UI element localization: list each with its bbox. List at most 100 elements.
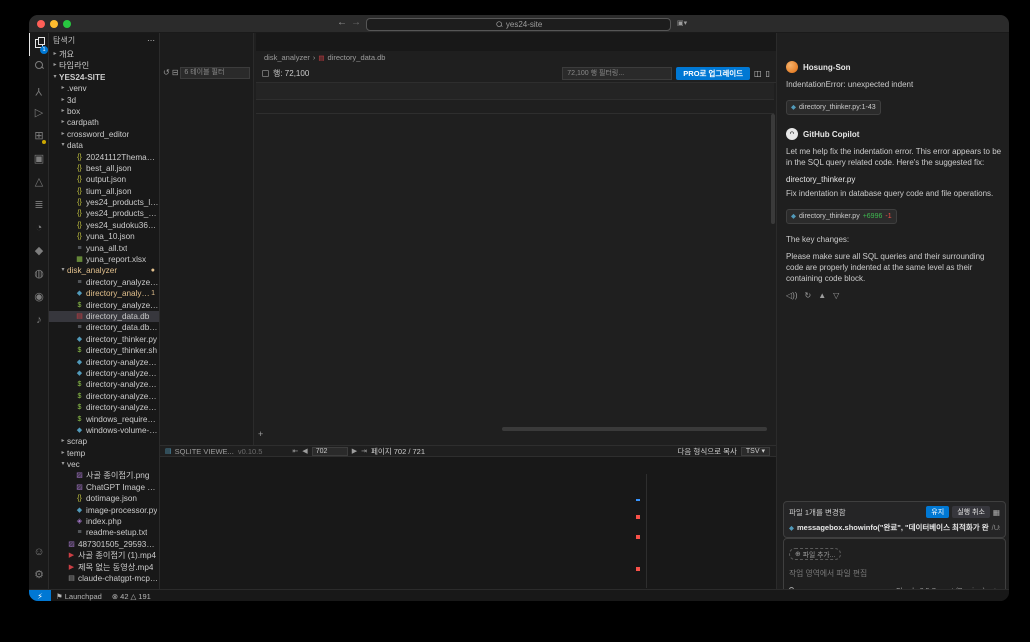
thumbs-down-icon[interactable]: ▽ bbox=[833, 290, 839, 301]
source-control-icon[interactable]: Y bbox=[29, 79, 49, 102]
changed-file-row[interactable]: ◆ messagebox.showinfo("완료", "데이터베이스 최적화가… bbox=[789, 522, 1000, 533]
account-icon[interactable]: ☺ bbox=[29, 541, 49, 564]
explorer-item[interactable]: $directory_thinker.sh bbox=[49, 345, 159, 356]
attached-file-chip[interactable]: ◆ directory_thinker.py:1-43 bbox=[786, 100, 881, 115]
explorer-item[interactable]: ▸개요 bbox=[49, 49, 159, 60]
explorer-item[interactable]: ▨ChatGPT Image 2025년 3월 ... bbox=[49, 482, 159, 493]
pro-upgrade-button[interactable]: PRO로 업그레이드 bbox=[676, 67, 750, 80]
extensions-icon[interactable]: ⊞ bbox=[29, 125, 49, 148]
explorer-item[interactable]: $windows_requirements.sh bbox=[49, 414, 159, 425]
explorer-item[interactable]: {}yes24_products_updated.json bbox=[49, 208, 159, 219]
explorer-item[interactable]: {}yuna_10.json bbox=[49, 231, 159, 242]
breadcrumb[interactable]: disk_analyzer › ▤ directory_data.db bbox=[256, 51, 776, 64]
regenerate-icon[interactable]: ↻ bbox=[804, 290, 811, 301]
testing-icon[interactable]: △ bbox=[29, 171, 49, 194]
next-page-icon[interactable]: ▶ bbox=[352, 447, 357, 455]
minimize-window-button[interactable] bbox=[50, 20, 58, 28]
explorer-item[interactable]: {}best_all.json bbox=[49, 163, 159, 174]
explorer-item[interactable]: {}yes24_sudoku365.json bbox=[49, 220, 159, 231]
jupyter-icon[interactable]: ◍ bbox=[29, 263, 49, 286]
explorer-item[interactable]: ▨사골 종이접기.png bbox=[49, 470, 159, 481]
close-window-button[interactable] bbox=[37, 20, 45, 28]
run-debug-icon[interactable]: ▷ bbox=[29, 102, 49, 125]
problems-status[interactable]: ⊗ 42 △ 191 bbox=[107, 592, 156, 601]
thumbs-up-icon[interactable]: ▲ bbox=[818, 290, 826, 301]
explorer-item[interactable]: ▾YES24-SITE bbox=[49, 72, 159, 83]
chat-input[interactable]: 작업 영역에서 파일 편집 bbox=[789, 568, 1000, 579]
explorer-item[interactable]: {}yes24_products_limited.json bbox=[49, 197, 159, 208]
explorer-item[interactable]: ◆directory_thinker.py bbox=[49, 334, 159, 345]
explorer-item[interactable]: $directory-analyzer-usage.sh bbox=[49, 402, 159, 413]
explorer-item[interactable]: {}tium_all.json bbox=[49, 186, 159, 197]
explorer-item[interactable]: ▸cardpath bbox=[49, 117, 159, 128]
explorer-item[interactable]: ≡directory_analyzer.log bbox=[49, 277, 159, 288]
explorer-item[interactable]: ▶사골 종이접기 (1).mp4 bbox=[49, 550, 159, 561]
explorer-item[interactable]: ≡yuna_all.txt bbox=[49, 243, 159, 254]
explorer-item[interactable]: ◈index.php bbox=[49, 516, 159, 527]
nav-forward-icon[interactable]: → bbox=[351, 17, 361, 28]
explorer-item[interactable]: ▤directory_data.db bbox=[49, 311, 159, 322]
database-icon[interactable]: ≣ bbox=[29, 194, 49, 217]
explorer-item[interactable]: {}output.json bbox=[49, 174, 159, 185]
page-input[interactable]: 702 bbox=[312, 447, 348, 456]
explorer-item[interactable]: ▸scrap bbox=[49, 436, 159, 447]
edge-icon[interactable]: ◔ bbox=[29, 217, 49, 240]
explorer-item[interactable]: ▸.venv bbox=[49, 83, 159, 94]
command-center-search[interactable]: yes24-site bbox=[366, 18, 671, 31]
explorer-more-icon[interactable]: ⋯ bbox=[147, 33, 155, 49]
settings-gear-icon[interactable]: ⚙ bbox=[29, 564, 49, 587]
explorer-item[interactable]: ▾vec bbox=[49, 459, 159, 470]
add-row-button[interactable]: + bbox=[258, 429, 263, 439]
copy-format-select[interactable]: TSV ▾ bbox=[741, 447, 770, 456]
explorer-item[interactable]: ▶제목 없는 동영상.mp4 bbox=[49, 562, 159, 573]
python-icon[interactable]: ◆ bbox=[29, 240, 49, 263]
panel-toggle-icon[interactable]: ▯ bbox=[766, 69, 770, 78]
explorer-item[interactable]: ◆windows-volume-scanner.py bbox=[49, 425, 159, 436]
remote-indicator[interactable]: ⚡ bbox=[29, 590, 51, 603]
explorer-item[interactable]: ▸crossword_editor bbox=[49, 129, 159, 140]
explorer-item[interactable]: ≡directory_data.db-journal bbox=[49, 322, 159, 333]
search-icon[interactable] bbox=[29, 56, 49, 79]
explorer-item[interactable]: ▨487301505_2959308923360... bbox=[49, 539, 159, 550]
undo-button[interactable]: 실행 취소 bbox=[952, 506, 990, 518]
first-page-icon[interactable]: ⇤ bbox=[292, 447, 298, 455]
explorer-item[interactable]: $directory-analyzer-usage-d3... bbox=[49, 391, 159, 402]
horizontal-scrollbar[interactable] bbox=[502, 427, 767, 431]
launchpad-status[interactable]: ⚑ Launchpad bbox=[51, 592, 107, 601]
terminal-output[interactable] bbox=[164, 474, 642, 588]
diff-chip[interactable]: ◆ directory_thinker.py +6996 -1 bbox=[786, 209, 897, 224]
table-filter-input[interactable]: 6 테이블 필터 bbox=[180, 67, 250, 79]
live-server-icon[interactable]: ◉ bbox=[29, 286, 49, 309]
explorer-icon[interactable]: 1 bbox=[29, 33, 49, 56]
explorer-item[interactable]: ◆image-processor.py bbox=[49, 505, 159, 516]
explorer-item[interactable]: $directory-analyzer-gui-usag... bbox=[49, 379, 159, 390]
nav-back-icon[interactable]: ← bbox=[337, 17, 347, 28]
music-icon[interactable]: ♪ bbox=[29, 309, 49, 332]
refresh-icon[interactable]: ↺ bbox=[163, 68, 170, 77]
explorer-item[interactable]: ▾disk_analyzer● bbox=[49, 265, 159, 276]
add-file-chip[interactable]: ⊕ 파일 추가... bbox=[789, 548, 841, 560]
explorer-item[interactable]: $directory_analyzer.sh bbox=[49, 300, 159, 311]
collapse-all-icon[interactable]: ⊟ bbox=[172, 68, 179, 77]
layout-toggle-icon[interactable]: ◫ bbox=[754, 69, 762, 78]
global-filter-input[interactable]: 72,100 행 필터링... bbox=[562, 67, 672, 80]
explorer-item[interactable]: {}20241112Thema_v1.6_ko.json bbox=[49, 152, 159, 163]
explorer-item[interactable]: ▸box bbox=[49, 106, 159, 117]
last-page-icon[interactable]: ⇥ bbox=[361, 447, 367, 455]
remote-explorer-icon[interactable]: ▣ bbox=[29, 148, 49, 171]
explorer-item[interactable]: ◆directory-analyzer_a.py bbox=[49, 368, 159, 379]
zoom-window-button[interactable] bbox=[63, 20, 71, 28]
explorer-item[interactable]: ≡readme-setup.txt bbox=[49, 527, 159, 538]
read-aloud-icon[interactable]: ◁)) bbox=[786, 290, 797, 301]
explorer-item[interactable]: ◆directory-analyzer (2).py bbox=[49, 357, 159, 368]
explorer-item[interactable]: {}dotimage.json bbox=[49, 493, 159, 504]
profile-icon[interactable]: ▣▾ bbox=[677, 18, 687, 30]
diff-view-icon[interactable]: ▦ bbox=[993, 508, 1000, 517]
select-all-checkbox[interactable] bbox=[262, 70, 269, 77]
explorer-item[interactable]: ▸temp bbox=[49, 448, 159, 459]
keep-button[interactable]: 유지 bbox=[926, 506, 949, 518]
explorer-item[interactable]: ◆directory_analyzer.py1 bbox=[49, 288, 159, 299]
vertical-scrollbar[interactable] bbox=[771, 114, 775, 224]
explorer-item[interactable]: ▦yuna_report.xlsx bbox=[49, 254, 159, 265]
prev-page-icon[interactable]: ◀ bbox=[302, 447, 307, 455]
